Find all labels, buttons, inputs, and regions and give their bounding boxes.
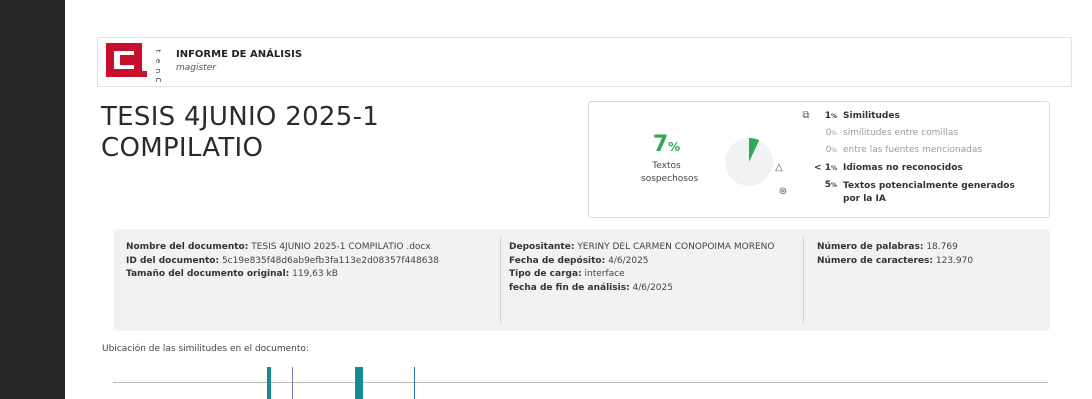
stat-languages: △ < 1% Idiomas no reconocidos <box>772 162 1039 175</box>
compilatio-logo: t e n C <box>106 43 162 83</box>
report-page: t e n C INFORME DE ANÁLISIS magister TES… <box>65 0 1092 399</box>
info-document-size-value: 119,63 kB <box>292 269 338 279</box>
suspicious-percent-sign: % <box>668 140 681 154</box>
info-document-size-label: Tamaño del documento original: <box>126 269 290 279</box>
logo-letter-t: t <box>154 50 162 53</box>
info-document-name-label: Nombre del documento: <box>126 242 249 252</box>
info-depositor: Depositante: YERINY DEL CARMEN CONOPOIMA… <box>509 241 779 255</box>
stat-languages-unit: % <box>830 165 837 172</box>
info-analysis-end-date-value: 4/6/2025 <box>632 282 673 293</box>
stat-sources-unit: % <box>831 147 837 154</box>
logo-letter-c: C <box>154 78 162 83</box>
info-word-count-label: Número de palabras: <box>817 242 924 252</box>
similarity-summary-box: 7% Textos sospechosos ⧉ 1% Similitudes 0… <box>588 101 1050 218</box>
info-divider-1 <box>500 237 501 323</box>
stat-quotes: 0% similitudes entre comillas <box>799 128 1039 140</box>
logo-letter-n: n <box>154 69 162 73</box>
stat-languages-label: Idiomas no reconocidos <box>843 163 963 173</box>
stat-quotes-label: similitudes entre comillas <box>843 128 959 138</box>
similarity-marker[interactable] <box>355 367 363 399</box>
info-char-count-label: Número de caracteres: <box>817 255 934 266</box>
info-column-document: Nombre del documento: TESIS 4JUNIO 2025-… <box>126 241 496 282</box>
info-deposit-date-value: 4/6/2025 <box>608 255 649 266</box>
info-document-id-value: 5c19e835f48d6ab9efb3fa113e2d08357f448638 <box>221 255 439 266</box>
info-analysis-end-date: fecha de fin de análisis: 4/6/2025 <box>509 282 779 296</box>
info-char-count-value: 123.970 <box>935 255 974 266</box>
stat-similitudes-label: Similitudes <box>843 111 900 121</box>
info-document-id-label: ID del documento: <box>126 255 220 266</box>
logo-letter-e: e <box>154 59 162 63</box>
info-depositor-label: Depositante: <box>509 242 575 252</box>
report-header: t e n C INFORME DE ANÁLISIS magister <box>97 37 1072 87</box>
similarity-marker[interactable] <box>414 367 415 399</box>
info-document-id: ID del documento: 5c19e835f48d6ab9efb3fa… <box>126 255 496 269</box>
info-upload-type-label: Tipo de carga: <box>509 269 582 279</box>
info-column-deposit: Depositante: YERINY DEL CARMEN CONOPOIMA… <box>509 241 779 295</box>
info-word-count: Número de palabras: 18.769 <box>817 241 1042 255</box>
info-deposit-date-label: Fecha de depósito: <box>509 255 606 266</box>
info-document-name-value: TESIS 4JUNIO 2025-1 COMPILATIO .docx <box>251 242 431 252</box>
info-document-size: Tamaño del documento original: 119,63 kB <box>126 268 496 282</box>
suspicious-percent-value: 7 <box>652 132 669 157</box>
stat-quotes-unit: % <box>831 130 837 137</box>
info-document-name: Nombre del documento: TESIS 4JUNIO 2025-… <box>126 241 496 255</box>
info-deposit-date: Fecha de depósito: 4/6/2025 <box>509 255 779 269</box>
stat-similitudes: ⧉ 1% Similitudes <box>799 110 1039 123</box>
stat-sources: 0% entre las fuentes mencionadas <box>799 145 1039 157</box>
suspicious-donut-chart <box>725 138 773 186</box>
stat-ai-unit: % <box>830 182 837 189</box>
info-char-count: Número de caracteres: 123.970 <box>817 255 1042 269</box>
info-depositor-value: YERINY DEL CARMEN CONOPOIMA MORENO <box>577 242 775 252</box>
stat-ai-label: Textos potencialmente generados por la I… <box>843 181 1015 204</box>
similarity-marker[interactable] <box>292 367 293 399</box>
left-dark-bar <box>0 0 65 399</box>
stat-sources-label: entre las fuentes mencionadas <box>843 145 983 155</box>
info-upload-type: Tipo de carga: interface <box>509 268 779 282</box>
document-info-panel: Nombre del documento: TESIS 4JUNIO 2025-… <box>114 229 1050 331</box>
similarity-marker[interactable] <box>267 367 271 399</box>
stat-ai: ⊛ 5% Textos potencialmente generados por… <box>776 180 1039 208</box>
info-word-count-value: 18.769 <box>926 242 958 252</box>
info-divider-2 <box>803 237 804 323</box>
stat-languages-value: < 1 <box>814 163 831 173</box>
similarity-location-line <box>113 382 1048 383</box>
info-upload-type-value: interface <box>584 269 625 279</box>
report-title: INFORME DE ANÁLISIS <box>176 49 303 60</box>
language-icon: △ <box>775 162 783 173</box>
stat-similitudes-unit: % <box>830 113 837 120</box>
document-title: TESIS 4JUNIO 2025-1 COMPILATIO <box>101 102 380 163</box>
similarity-location-label: Ubicación de las similitudes en el docum… <box>102 344 309 354</box>
info-column-counts: Número de palabras: 18.769 Número de car… <box>817 241 1042 268</box>
info-analysis-end-date-label: fecha de fin de análisis: <box>509 282 630 293</box>
report-subtitle: magister <box>176 63 216 73</box>
